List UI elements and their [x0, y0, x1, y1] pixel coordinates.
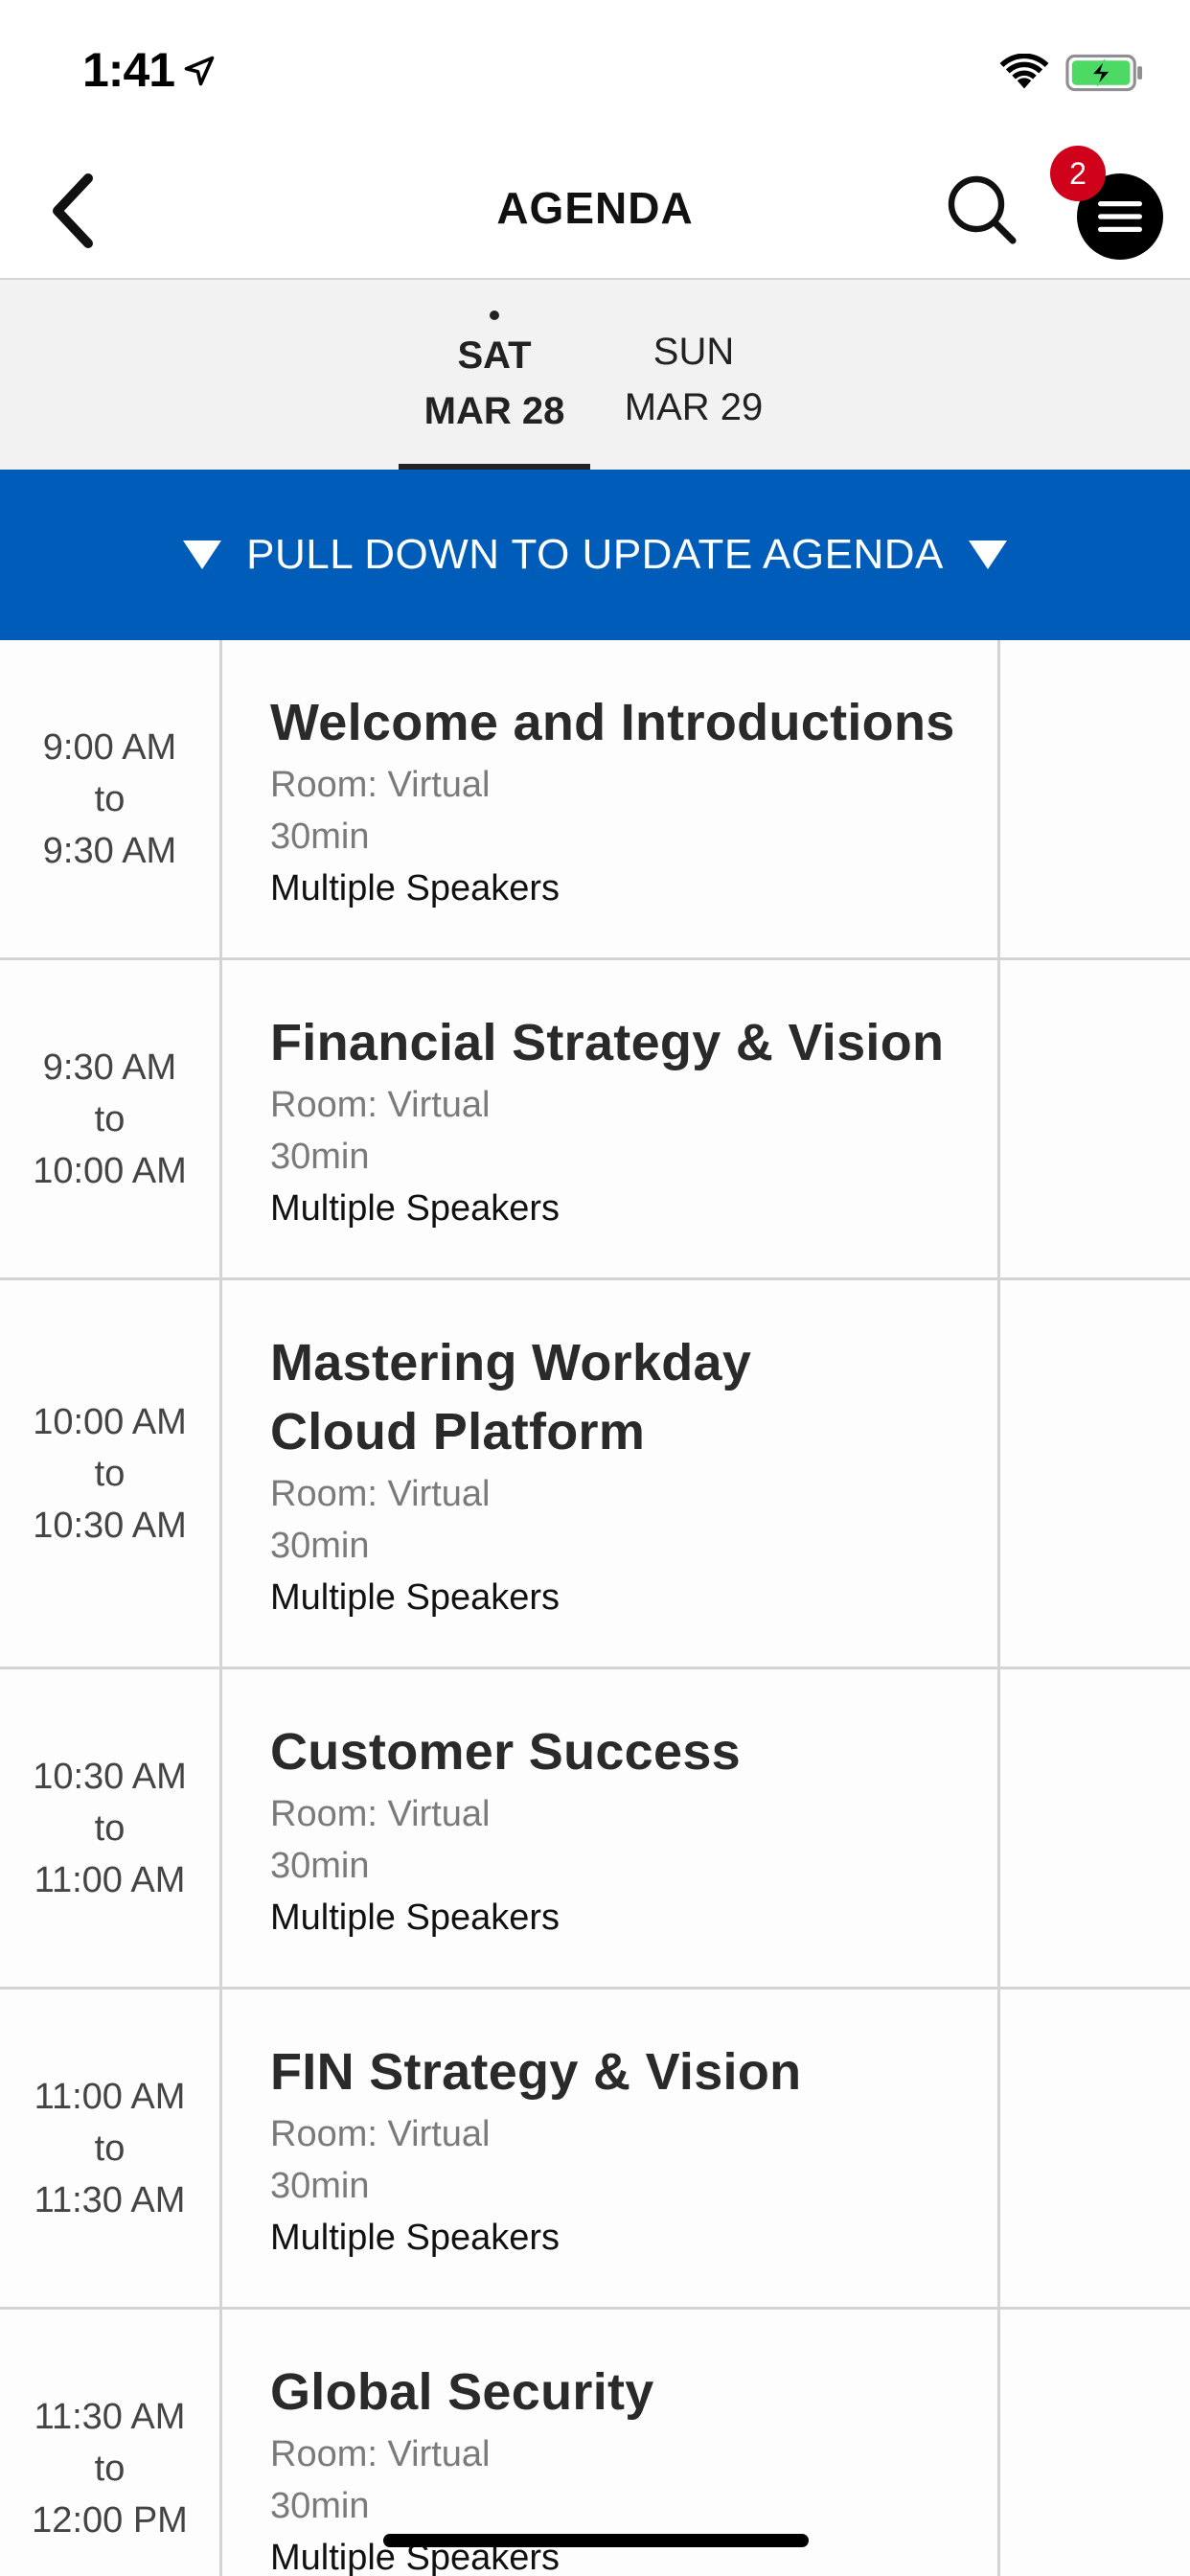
session-room: Room: Virtual [270, 1085, 491, 1125]
banner-text: PULL DOWN TO UPDATE AGENDA [246, 531, 944, 578]
selected-dot-indicator [490, 310, 499, 320]
session-room: Room: Virtual [270, 2114, 491, 2154]
session-details: Mastering Workday Cloud Platform Room: V… [222, 1280, 1000, 1667]
tab-sun-mar-29[interactable]: SUN MAR 29 [598, 280, 790, 470]
session-duration: 30min [270, 1526, 370, 1566]
date-tabs: SAT MAR 28 SUN MAR 29 [0, 280, 1190, 470]
session-title: Global Security [270, 2363, 654, 2421]
session-start-time: 9:30 AM [42, 1046, 177, 1088]
session-end-time: 10:00 AM [33, 1150, 187, 1191]
session-room: Room: Virtual [270, 1474, 491, 1514]
nav-bar: AGENDA [0, 144, 1190, 280]
session-end-time: 9:30 AM [42, 830, 177, 871]
down-triangle-icon [968, 540, 1007, 569]
session-row[interactable]: 9:30 AM to 10:00 AM Financial Strategy &… [0, 960, 1190, 1280]
session-time: 11:00 AM to 11:30 AM [0, 1990, 222, 2307]
session-time-separator: to [94, 2128, 126, 2169]
session-details: Customer Success Room: Virtual 30min Mul… [222, 1669, 1000, 1987]
hamburger-menu-icon [1098, 201, 1142, 232]
session-start-time: 10:30 AM [33, 1756, 187, 1797]
wifi-icon [999, 54, 1049, 89]
agenda-list: 9:00 AM to 9:30 AM Welcome and Introduct… [0, 640, 1190, 2576]
session-row[interactable]: 10:30 AM to 11:00 AM Customer Success Ro… [0, 1669, 1190, 1990]
session-start-time: 10:00 AM [33, 1401, 187, 1442]
session-speakers: Multiple Speakers [270, 1577, 561, 1618]
session-duration: 30min [270, 2486, 370, 2526]
session-start-time: 9:00 AM [42, 726, 177, 768]
session-time-separator: to [94, 1807, 126, 1849]
session-room: Room: Virtual [270, 1794, 491, 1834]
notification-badge: 2 [1050, 146, 1106, 201]
agenda-screen: 1:41 AGENDA 2 SAT MAR 28 SUN MAR 29 PULL… [0, 0, 1190, 2576]
session-time: 10:00 AM to 10:30 AM [0, 1280, 222, 1667]
session-time: 11:30 AM to 12:00 PM [0, 2310, 222, 2576]
session-title: FIN Strategy & Vision [270, 2043, 802, 2101]
session-end-time: 12:00 PM [32, 2499, 188, 2541]
tab-date: MAR 28 [423, 390, 565, 432]
session-duration: 30min [270, 1137, 370, 1177]
status-time: 1:41 [82, 43, 175, 97]
session-start-time: 11:30 AM [34, 2396, 186, 2437]
session-end-time: 10:30 AM [33, 1505, 187, 1546]
session-title: Welcome and Introductions [270, 694, 955, 751]
session-time-separator: to [94, 1453, 126, 1494]
session-speakers: Multiple Speakers [270, 2218, 561, 2258]
session-duration: 30min [270, 816, 370, 857]
session-duration: 30min [270, 1846, 370, 1886]
tab-day: SAT [457, 334, 532, 377]
search-button[interactable] [939, 167, 1025, 253]
session-row[interactable]: 10:00 AM to 10:30 AM Mastering Workday C… [0, 1280, 1190, 1669]
tab-sat-mar-28[interactable]: SAT MAR 28 [399, 280, 590, 470]
session-duration: 30min [270, 2166, 370, 2206]
battery-charging-icon [1065, 54, 1143, 92]
session-title: Financial Strategy & Vision [270, 1014, 945, 1071]
session-room: Room: Virtual [270, 765, 491, 805]
status-bar: 1:41 [0, 0, 1190, 144]
session-time-separator: to [94, 1098, 126, 1139]
session-speakers: Multiple Speakers [270, 868, 561, 908]
session-title: Mastering Workday Cloud Platform [270, 1334, 752, 1460]
session-details: Financial Strategy & Vision Room: Virtua… [222, 960, 1000, 1277]
session-time-separator: to [94, 2448, 126, 2489]
tab-day: SUN [652, 331, 735, 373]
tab-date: MAR 29 [624, 386, 764, 428]
session-end-time: 11:30 AM [34, 2179, 186, 2220]
session-room: Room: Virtual [270, 2434, 491, 2474]
session-title: Customer Success [270, 1723, 742, 1781]
home-indicator[interactable] [383, 2534, 809, 2547]
session-details: Welcome and Introductions Room: Virtual … [222, 640, 1000, 957]
session-time: 9:30 AM to 10:00 AM [0, 960, 222, 1277]
session-details: FIN Strategy & Vision Room: Virtual 30mi… [222, 1990, 1000, 2307]
session-time: 10:30 AM to 11:00 AM [0, 1669, 222, 1987]
session-row[interactable]: 9:00 AM to 9:30 AM Welcome and Introduct… [0, 640, 1190, 960]
session-time-separator: to [94, 778, 126, 819]
down-triangle-icon [183, 540, 222, 569]
session-time: 9:00 AM to 9:30 AM [0, 640, 222, 957]
session-end-time: 11:00 AM [34, 1859, 186, 1900]
pull-to-refresh-banner[interactable]: PULL DOWN TO UPDATE AGENDA [0, 470, 1190, 640]
session-start-time: 11:00 AM [34, 2076, 186, 2117]
search-icon [948, 175, 1017, 244]
session-speakers: Multiple Speakers [270, 1898, 561, 1938]
session-speakers: Multiple Speakers [270, 1188, 561, 1229]
location-arrow-icon [184, 56, 215, 86]
session-row[interactable]: 11:00 AM to 11:30 AM FIN Strategy & Visi… [0, 1990, 1190, 2310]
